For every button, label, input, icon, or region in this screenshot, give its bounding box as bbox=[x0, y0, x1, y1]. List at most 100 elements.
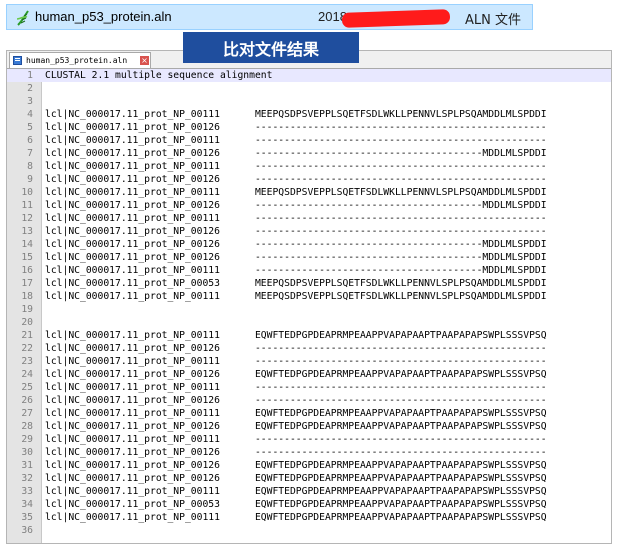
line-text: lcl|NC_000017.11_prot_NP_00126 ---------… bbox=[45, 447, 547, 458]
line-text: lcl|NC_000017.11_prot_NP_00111 ---------… bbox=[45, 265, 547, 276]
line-text: lcl|NC_000017.11_prot_NP_00111 MEEPQSDPS… bbox=[45, 109, 547, 120]
code-line: 30 lcl|NC_000017.11_prot_NP_00126 -------… bbox=[7, 446, 611, 459]
line-number: 21 bbox=[21, 330, 33, 341]
line-text: lcl|NC_000017.11_prot_NP_00111 MEEPQSDPS… bbox=[45, 187, 547, 198]
line-number: 17 bbox=[21, 278, 33, 289]
line-text: lcl|NC_000017.11_prot_NP_00126 EQWFTEDPG… bbox=[45, 473, 547, 484]
code-line: 25 lcl|NC_000017.11_prot_NP_00111 -------… bbox=[7, 381, 611, 394]
code-line: 15 lcl|NC_000017.11_prot_NP_00126 -------… bbox=[7, 251, 611, 264]
code-line: 24 lcl|NC_000017.11_prot_NP_00126 EQWFTED… bbox=[7, 368, 611, 381]
line-number: 28 bbox=[21, 421, 33, 432]
line-number: 10 bbox=[21, 187, 33, 198]
code-line: 26 lcl|NC_000017.11_prot_NP_00126 -------… bbox=[7, 394, 611, 407]
line-text: lcl|NC_000017.11_prot_NP_00111 ---------… bbox=[45, 213, 547, 224]
code-line: 13 lcl|NC_000017.11_prot_NP_00126 -------… bbox=[7, 225, 611, 238]
line-number: 11 bbox=[21, 200, 33, 211]
line-number: 8 bbox=[27, 161, 33, 172]
line-number: 35 bbox=[21, 512, 33, 523]
line-number: 27 bbox=[21, 408, 33, 419]
line-number: 25 bbox=[21, 382, 33, 393]
code-line: 8 lcl|NC_000017.11_prot_NP_00111 --------… bbox=[7, 160, 611, 173]
line-text: lcl|NC_000017.11_prot_NP_00111 EQWFTEDPG… bbox=[45, 330, 547, 341]
tab-human-p53[interactable]: human_p53_protein.aln × bbox=[9, 52, 151, 68]
code-line: 19 bbox=[7, 303, 611, 316]
line-number: 18 bbox=[21, 291, 33, 302]
line-number: 2 bbox=[27, 83, 33, 94]
line-number: 3 bbox=[27, 96, 33, 107]
code-line: 20 bbox=[7, 316, 611, 329]
line-text: lcl|NC_000017.11_prot_NP_00111 ---------… bbox=[45, 161, 547, 172]
line-text: lcl|NC_000017.11_prot_NP_00126 ---------… bbox=[45, 122, 547, 133]
line-text: lcl|NC_000017.11_prot_NP_00111 EQWFTEDPG… bbox=[45, 408, 547, 419]
line-text: lcl|NC_000017.11_prot_NP_00053 EQWFTEDPG… bbox=[45, 499, 547, 510]
code-line: 29 lcl|NC_000017.11_prot_NP_00111 -------… bbox=[7, 433, 611, 446]
close-icon[interactable]: × bbox=[140, 56, 149, 65]
code-line: 9 lcl|NC_000017.11_prot_NP_00126 --------… bbox=[7, 173, 611, 186]
line-text: lcl|NC_000017.11_prot_NP_00126 ---------… bbox=[45, 226, 547, 237]
result-banner: 比对文件结果 bbox=[183, 32, 359, 63]
code-line: 33 lcl|NC_000017.11_prot_NP_00111 EQWFTED… bbox=[7, 485, 611, 498]
line-text: lcl|NC_000017.11_prot_NP_00126 EQWFTEDPG… bbox=[45, 421, 547, 432]
line-number: 30 bbox=[21, 447, 33, 458]
line-text: lcl|NC_000017.11_prot_NP_00126 ---------… bbox=[45, 148, 547, 159]
line-number: 7 bbox=[27, 148, 33, 159]
line-text: lcl|NC_000017.11_prot_NP_00126 ---------… bbox=[45, 343, 547, 354]
code-line: 12 lcl|NC_000017.11_prot_NP_00111 -------… bbox=[7, 212, 611, 225]
line-number: 13 bbox=[21, 226, 33, 237]
line-number: 29 bbox=[21, 434, 33, 445]
line-number: 24 bbox=[21, 369, 33, 380]
line-text: lcl|NC_000017.11_prot_NP_00126 EQWFTEDPG… bbox=[45, 460, 547, 471]
line-number: 32 bbox=[21, 473, 33, 484]
line-text: lcl|NC_000017.11_prot_NP_00111 ---------… bbox=[45, 135, 547, 146]
line-number: 36 bbox=[21, 525, 33, 536]
code-line: 14 lcl|NC_000017.11_prot_NP_00126 -------… bbox=[7, 238, 611, 251]
code-line: 32 lcl|NC_000017.11_prot_NP_00126 EQWFTED… bbox=[7, 472, 611, 485]
code-line: 21 lcl|NC_000017.11_prot_NP_00111 EQWFTED… bbox=[7, 329, 611, 342]
code-line: 2 bbox=[7, 82, 611, 95]
redaction-mark bbox=[341, 9, 451, 28]
code-line: 1 CLUSTAL 2.1 multiple sequence alignment bbox=[7, 69, 611, 82]
file-name: human_p53_protein.aln bbox=[35, 9, 172, 24]
file-list-row[interactable]: human_p53_protein.aln 2018 ALN 文件 bbox=[6, 4, 533, 30]
line-text: lcl|NC_000017.11_prot_NP_00126 EQWFTEDPG… bbox=[45, 369, 547, 380]
code-line: 6 lcl|NC_000017.11_prot_NP_00111 --------… bbox=[7, 134, 611, 147]
line-text: lcl|NC_000017.11_prot_NP_00126 ---------… bbox=[45, 239, 547, 250]
dna-file-icon bbox=[13, 8, 33, 28]
line-text: lcl|NC_000017.11_prot_NP_00111 EQWFTEDPG… bbox=[45, 486, 547, 497]
line-text: lcl|NC_000017.11_prot_NP_00126 ---------… bbox=[45, 174, 547, 185]
code-line: 18 lcl|NC_000017.11_prot_NP_00111 MEEPQSD… bbox=[7, 290, 611, 303]
line-number: 9 bbox=[27, 174, 33, 185]
code-line: 23 lcl|NC_000017.11_prot_NP_00111 -------… bbox=[7, 355, 611, 368]
line-text: lcl|NC_000017.11_prot_NP_00053 MEEPQSDPS… bbox=[45, 278, 547, 289]
line-text: lcl|NC_000017.11_prot_NP_00111 EQWFTEDPG… bbox=[45, 512, 547, 523]
line-text: lcl|NC_000017.11_prot_NP_00111 MEEPQSDPS… bbox=[45, 291, 547, 302]
code-line: 16 lcl|NC_000017.11_prot_NP_00111 -------… bbox=[7, 264, 611, 277]
line-number: 6 bbox=[27, 135, 33, 146]
line-number: 31 bbox=[21, 460, 33, 471]
code-line: 31 lcl|NC_000017.11_prot_NP_00126 EQWFTED… bbox=[7, 459, 611, 472]
line-text: CLUSTAL 2.1 multiple sequence alignment bbox=[45, 70, 273, 81]
line-number: 34 bbox=[21, 499, 33, 510]
code-line: 27 lcl|NC_000017.11_prot_NP_00111 EQWFTED… bbox=[7, 407, 611, 420]
line-number: 26 bbox=[21, 395, 33, 406]
code-line: 17 lcl|NC_000017.11_prot_NP_00053 MEEPQSD… bbox=[7, 277, 611, 290]
code-line: 5 lcl|NC_000017.11_prot_NP_00126 --------… bbox=[7, 121, 611, 134]
tab-label: human_p53_protein.aln bbox=[26, 56, 128, 65]
line-number: 20 bbox=[21, 317, 33, 328]
line-number: 14 bbox=[21, 239, 33, 250]
line-text: lcl|NC_000017.11_prot_NP_00126 ---------… bbox=[45, 200, 547, 211]
document-icon bbox=[13, 56, 23, 65]
line-number: 16 bbox=[21, 265, 33, 276]
code-line: 4 lcl|NC_000017.11_prot_NP_00111 MEEPQSDP… bbox=[7, 108, 611, 121]
line-number: 19 bbox=[21, 304, 33, 315]
code-line: 35 lcl|NC_000017.11_prot_NP_00111 EQWFTED… bbox=[7, 511, 611, 524]
code-line: 7 lcl|NC_000017.11_prot_NP_00126 --------… bbox=[7, 147, 611, 160]
code-line: 11 lcl|NC_000017.11_prot_NP_00126 -------… bbox=[7, 199, 611, 212]
code-line: 28 lcl|NC_000017.11_prot_NP_00126 EQWFTED… bbox=[7, 420, 611, 433]
code-area[interactable]: 1 CLUSTAL 2.1 multiple sequence alignment… bbox=[7, 69, 611, 543]
line-text: lcl|NC_000017.11_prot_NP_00111 ---------… bbox=[45, 434, 547, 445]
code-line: 22 lcl|NC_000017.11_prot_NP_00126 -------… bbox=[7, 342, 611, 355]
file-type: ALN 文件 bbox=[465, 13, 521, 28]
line-number: 22 bbox=[21, 343, 33, 354]
line-number: 4 bbox=[27, 109, 33, 120]
